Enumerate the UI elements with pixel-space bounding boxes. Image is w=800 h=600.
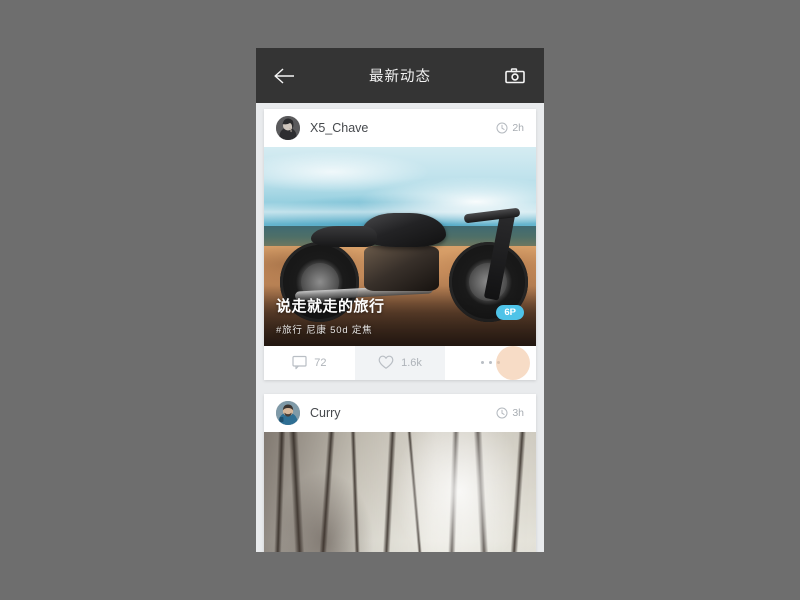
post-photo[interactable]: 说走就走的旅行 #旅行 尼康 50d 定焦 6P bbox=[264, 147, 536, 346]
feed-post-card: X5_Chave 2h bbox=[264, 109, 536, 380]
post-timestamp: 2h bbox=[496, 122, 524, 134]
arrow-left-icon bbox=[274, 68, 296, 84]
winter-forest-image bbox=[264, 432, 536, 552]
more-dots-icon bbox=[481, 361, 500, 364]
seat bbox=[311, 226, 377, 247]
avatar[interactable] bbox=[276, 116, 300, 140]
comment-button[interactable]: 72 bbox=[264, 346, 355, 380]
photo-caption-overlay: 说走就走的旅行 #旅行 尼康 50d 定焦 bbox=[264, 295, 536, 346]
like-count: 1.6k bbox=[401, 357, 422, 369]
feed-list[interactable]: X5_Chave 2h bbox=[256, 103, 544, 552]
camera-icon bbox=[505, 68, 525, 84]
like-button[interactable]: 1.6k bbox=[355, 346, 446, 380]
post-username[interactable]: X5_Chave bbox=[310, 121, 496, 135]
camera-button[interactable] bbox=[502, 63, 528, 89]
more-button[interactable] bbox=[445, 346, 536, 380]
post-photo[interactable] bbox=[264, 432, 536, 552]
top-navigation-bar: 最新动态 bbox=[256, 48, 544, 103]
back-button[interactable] bbox=[272, 63, 298, 89]
comment-icon bbox=[292, 355, 307, 370]
post-header: X5_Chave 2h bbox=[264, 109, 536, 147]
post-time-label: 3h bbox=[512, 407, 524, 419]
post-action-bar: 72 1.6k bbox=[264, 346, 536, 380]
feed-post-card: Curry 3h bbox=[264, 394, 536, 552]
comment-count: 72 bbox=[314, 357, 326, 369]
touch-indicator bbox=[496, 346, 530, 380]
clock-icon bbox=[496, 122, 508, 134]
post-header: Curry 3h bbox=[264, 394, 536, 432]
avatar[interactable] bbox=[276, 401, 300, 425]
heart-icon bbox=[378, 355, 394, 370]
post-tags: #旅行 尼康 50d 定焦 bbox=[276, 322, 524, 336]
post-username[interactable]: Curry bbox=[310, 406, 496, 420]
light-haze-layer bbox=[264, 432, 536, 552]
post-timestamp: 3h bbox=[496, 407, 524, 419]
post-title: 说走就走的旅行 bbox=[276, 295, 524, 316]
clock-icon bbox=[496, 407, 508, 419]
phone-screen: 最新动态 bbox=[256, 48, 544, 552]
page-title: 最新动态 bbox=[256, 65, 544, 86]
engine-block bbox=[364, 246, 438, 290]
post-time-label: 2h bbox=[512, 122, 524, 134]
photo-count-badge: 6P bbox=[496, 305, 524, 320]
